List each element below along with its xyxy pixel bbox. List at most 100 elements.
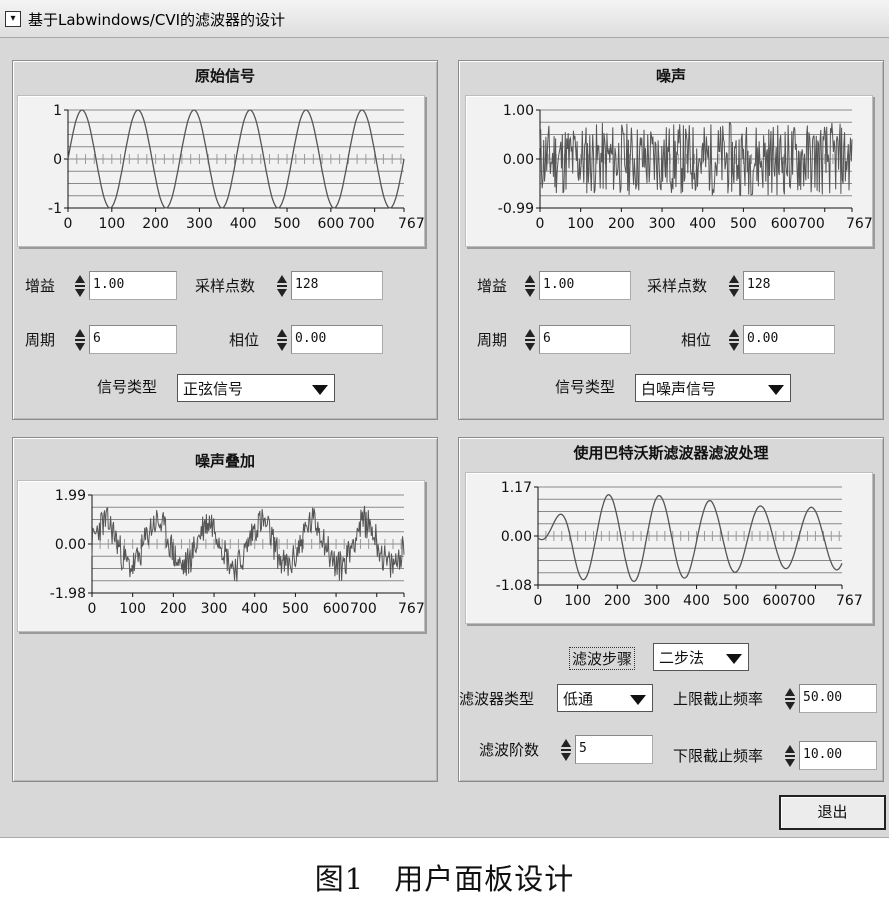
period-label: 周期	[477, 331, 508, 349]
filter-order-input[interactable]: 5	[575, 735, 653, 764]
samples-spin-icon[interactable]	[277, 274, 288, 298]
filter-panel: 使用巴特沃斯滤波器滤波处理 1.17 0.00 -1.08 0 100 200 300 400…	[458, 437, 884, 782]
x-tick-label: 400	[241, 601, 268, 617]
x-tick-label: 200	[160, 601, 187, 617]
x-tick-label: 300	[186, 216, 213, 232]
x-tick-label: 700	[350, 601, 377, 617]
app-window: ▾ 基于Labwindows/CVI的滤波器的设计 原始信号 1 0 -1 0 100 2…	[0, 0, 889, 838]
upper-cutoff-label: 上限截止频率	[673, 690, 764, 708]
x-tick-label: 767	[836, 593, 863, 609]
y-tick-label: 0.00	[55, 537, 86, 553]
phase-spin-icon[interactable]	[277, 328, 288, 352]
x-tick-label: 600	[771, 216, 798, 232]
x-tick-label: 0	[88, 601, 97, 617]
x-tick-label: 0	[536, 216, 545, 232]
samples-spin-icon[interactable]	[729, 274, 740, 298]
filter-type-value: 低通	[563, 690, 594, 708]
upper-cutoff-spin-icon[interactable]	[785, 687, 796, 711]
noise-panel: 噪声 1.00 0.00 -0.99 0 100 200 300 400 500 600 700 76…	[458, 60, 884, 420]
period-spin-icon[interactable]	[525, 328, 536, 352]
gain-input[interactable]: 1.00	[89, 271, 177, 300]
x-tick-label: 300	[649, 216, 676, 232]
x-tick-label: 600	[317, 216, 344, 232]
phase-label: 相位	[229, 331, 260, 349]
x-tick-label: 200	[608, 216, 635, 232]
x-tick-label: 400	[689, 216, 716, 232]
x-tick-label: 400	[683, 593, 710, 609]
mixed-signal-panel: 噪声叠加 1.99 0.00 -1.98 0 100 200 300 400 500 600 700…	[12, 437, 438, 782]
period-label: 周期	[25, 331, 56, 349]
samples-label: 采样点数	[195, 277, 256, 295]
phase-label: 相位	[681, 331, 712, 349]
y-tick-label: -1	[48, 201, 62, 217]
filtered-signal-graph: 1.17 0.00 -1.08 0 100 200 300 400 500 600 700 767	[465, 472, 873, 624]
x-tick-label: 100	[564, 593, 591, 609]
y-tick-label: 0.00	[501, 529, 532, 545]
x-tick-label: 200	[604, 593, 631, 609]
filter-step-dropdown[interactable]: 二步法	[653, 643, 749, 671]
chevron-down-icon	[726, 654, 742, 664]
x-tick-label: 700	[348, 216, 375, 232]
y-tick-label: 1	[53, 103, 62, 119]
filter-order-label: 滤波阶数	[479, 741, 540, 759]
x-tick-label: 600	[762, 593, 789, 609]
samples-input[interactable]: 128	[291, 271, 383, 300]
panel-title-filtered: 使用巴特沃斯滤波器滤波处理	[573, 444, 769, 462]
x-tick-label: 100	[98, 216, 125, 232]
signal-type-value: 正弦信号	[183, 380, 244, 398]
upper-cutoff-input[interactable]: 50.00	[799, 684, 877, 713]
phase-input[interactable]: 0.00	[743, 325, 835, 354]
filtered-signal-chart: 1.17 0.00 -1.080 100 200 300 400 500 600 700 767	[496, 480, 863, 609]
filter-order-spin-icon[interactable]	[561, 738, 572, 762]
phase-spin-icon[interactable]	[729, 328, 740, 352]
x-tick-label: 100	[119, 601, 146, 617]
noise-chart: 1.00 0.00 -0.990 100 200 300 400 500 600 700 767	[498, 103, 873, 232]
x-tick-label: 500	[723, 593, 750, 609]
signal-type-label: 信号类型	[555, 378, 616, 396]
filter-step-label: 滤波步骤	[569, 647, 636, 670]
phase-input[interactable]: 0.00	[291, 325, 383, 354]
x-tick-label: 700	[798, 216, 825, 232]
gain-spin-icon[interactable]	[75, 274, 86, 298]
x-tick-label: 500	[730, 216, 757, 232]
period-spin-icon[interactable]	[75, 328, 86, 352]
y-tick-label: -1.08	[496, 578, 532, 594]
samples-input[interactable]: 128	[743, 271, 835, 300]
lower-cutoff-label: 下限截止频率	[673, 747, 764, 765]
x-tick-label: 300	[644, 593, 671, 609]
filter-type-dropdown[interactable]: 低通	[557, 684, 653, 712]
lower-cutoff-spin-icon[interactable]	[785, 744, 796, 768]
window-title: 基于Labwindows/CVI的滤波器的设计	[28, 11, 286, 29]
panel-title-mixed: 噪声叠加	[194, 452, 255, 470]
x-tick-label: 0	[534, 593, 543, 609]
x-tick-label: 767	[398, 601, 425, 617]
y-tick-label: 0.00	[503, 152, 534, 168]
x-tick-label: 600	[323, 601, 350, 617]
signal-type-label: 信号类型	[97, 378, 158, 396]
figure-caption: 图1 用户面板设计	[314, 862, 575, 896]
exit-button[interactable]: 退出	[779, 795, 886, 830]
gain-label: 增益	[25, 277, 56, 295]
period-input[interactable]: 6	[539, 325, 631, 354]
y-tick-label: 1.99	[55, 488, 86, 504]
title-bar: ▾ 基于Labwindows/CVI的滤波器的设计	[0, 0, 889, 38]
y-tick-label: 0	[53, 152, 62, 168]
gain-spin-icon[interactable]	[525, 274, 536, 298]
samples-label: 采样点数	[647, 277, 708, 295]
x-tick-label: 500	[282, 601, 309, 617]
system-menu-icon[interactable]: ▾	[5, 11, 21, 27]
x-tick-label: 0	[64, 216, 73, 232]
signal-type-dropdown[interactable]: 正弦信号	[177, 374, 335, 402]
original-signal-panel: 原始信号 1 0 -1 0 100 200 300 400 500 600 700 767 增益 1.…	[12, 60, 438, 420]
lower-cutoff-input[interactable]: 10.00	[799, 741, 877, 770]
mixed-signal-chart: 1.99 0.00 -1.980 100 200 300 400 500 600 700 767	[50, 488, 425, 617]
x-tick-label: 767	[846, 216, 873, 232]
x-tick-label: 400	[230, 216, 257, 232]
signal-type-dropdown[interactable]: 白噪声信号	[635, 374, 791, 402]
series-line	[537, 494, 843, 583]
y-tick-label: -1.98	[50, 586, 86, 602]
period-input[interactable]: 6	[89, 325, 177, 354]
x-tick-label: 300	[201, 601, 228, 617]
x-tick-label: 500	[274, 216, 301, 232]
gain-input[interactable]: 1.00	[539, 271, 631, 300]
